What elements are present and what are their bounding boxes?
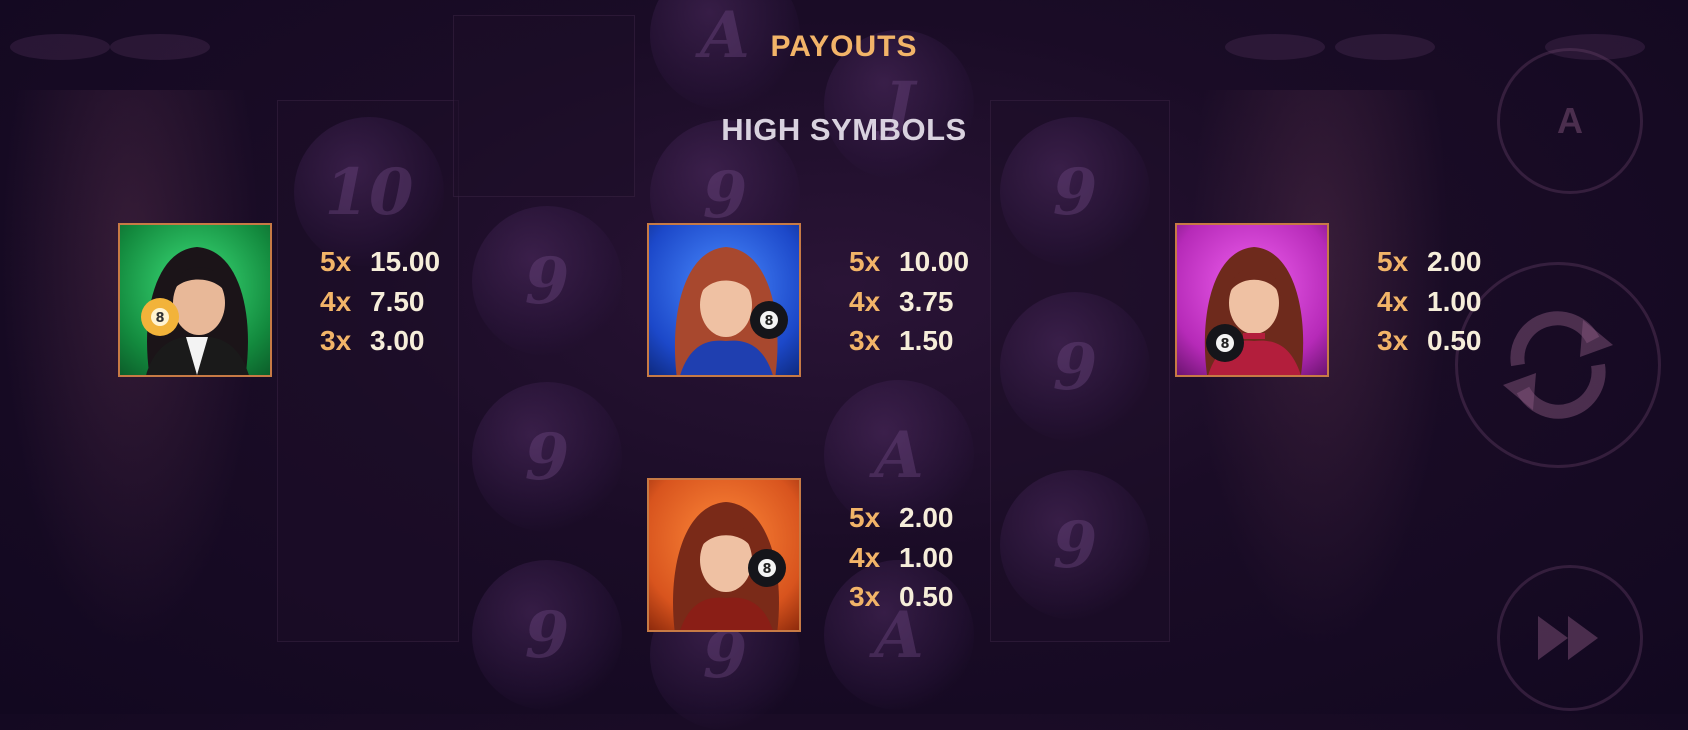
symbol-blue-lady: 8 — [647, 223, 801, 377]
multiplier: 4x — [849, 541, 881, 573]
billiard-ball-icon: 9 — [472, 206, 622, 356]
payout-row: 3x 1.50 — [849, 321, 969, 361]
multiplier: 5x — [1377, 246, 1409, 277]
billiard-ball-icon: 9 — [472, 560, 622, 710]
billiard-ball-icon: 9 — [1000, 292, 1150, 442]
payout-row: 5x 2.00 — [849, 498, 954, 538]
payout-value: 3.00 — [370, 325, 425, 356]
multiplier: 3x — [1377, 325, 1409, 356]
paytable-pink-lady: 5x 2.00 4x 1.00 3x 0.50 — [1377, 242, 1482, 361]
payout-value: 2.00 — [1427, 246, 1482, 277]
turbo-button — [1497, 565, 1643, 711]
symbol-orange-lady: 8 — [647, 478, 801, 632]
payout-value: 1.00 — [899, 541, 954, 573]
lady-with-black-8-ball-icon: 8 — [673, 502, 786, 630]
lady-with-black-8-ball-icon: 8 — [674, 247, 788, 375]
payout-value: 1.00 — [1427, 285, 1482, 317]
spin-button — [1455, 262, 1661, 468]
billiard-ball-icon: 9 — [1000, 470, 1150, 620]
payout-row: 4x 1.00 — [849, 538, 954, 578]
payout-value: 2.00 — [899, 502, 954, 533]
paytable-orange-lady: 5x 2.00 4x 1.00 3x 0.50 — [849, 498, 954, 617]
payout-value: 3.75 — [899, 285, 954, 317]
lady-with-black-8-ball-icon: 8 — [1204, 247, 1304, 375]
payout-row: 4x 1.00 — [1377, 282, 1482, 322]
symbol-pink-lady: 8 — [1175, 223, 1329, 377]
multiplier: 5x — [849, 502, 881, 533]
payouts-title: PAYOUTS — [770, 30, 918, 63]
multiplier: 5x — [849, 246, 881, 277]
payout-row: 3x 0.50 — [1377, 321, 1482, 361]
payout-row: 5x 10.00 — [849, 242, 969, 282]
svg-text:8: 8 — [155, 311, 164, 326]
multiplier: 3x — [849, 325, 881, 356]
multiplier: 4x — [1377, 285, 1409, 317]
multiplier: 3x — [849, 581, 881, 612]
payout-value: 15.00 — [370, 246, 441, 277]
svg-text:8: 8 — [762, 562, 771, 577]
payout-value: 0.50 — [899, 581, 954, 612]
payout-value: 1.50 — [899, 325, 954, 356]
multiplier: 3x — [320, 325, 352, 356]
payout-value: 10.00 — [899, 246, 970, 277]
payout-row: 5x 2.00 — [1377, 242, 1482, 282]
billiard-ball-icon: 9 — [472, 382, 622, 532]
payout-row: 4x 7.50 — [320, 282, 440, 322]
multiplier: 4x — [320, 285, 352, 317]
symbol-green-lady: 8 — [118, 223, 272, 377]
fast-forward-icon — [1538, 616, 1598, 660]
multiplier: 4x — [849, 285, 881, 317]
paytable-blue-lady: 5x 10.00 4x 3.75 3x 1.50 — [849, 242, 969, 361]
reel-frame — [990, 100, 1170, 642]
reel-frame — [277, 100, 459, 642]
lady-with-yellow-8-ball-icon: 8 — [141, 247, 249, 375]
svg-text:8: 8 — [1220, 337, 1229, 352]
svg-text:8: 8 — [764, 314, 773, 329]
payout-row: 3x 0.50 — [849, 577, 954, 617]
spin-arrows-icon — [1503, 311, 1613, 419]
high-symbols-heading: HIGH SYMBOLS — [721, 112, 967, 147]
payout-row: 3x 3.00 — [320, 321, 440, 361]
multiplier: 5x — [320, 246, 352, 277]
payout-row: 5x 15.00 — [320, 242, 440, 282]
paytable-green-lady: 5x 15.00 4x 7.50 3x 3.00 — [320, 242, 440, 361]
payout-row: 4x 3.75 — [849, 282, 969, 322]
payout-value: 0.50 — [1427, 325, 1482, 356]
payout-value: 7.50 — [370, 285, 425, 317]
